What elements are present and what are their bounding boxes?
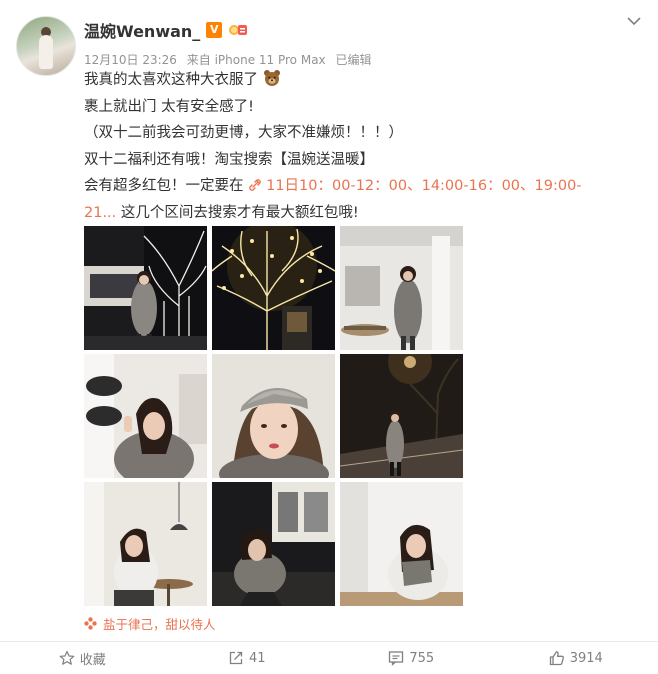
flower-icon: [84, 617, 97, 630]
weibo-post-card: 温婉Wenwan_ V 12月10日 23:26 来自 iPhone 11 Pr…: [0, 0, 658, 674]
full-text-link[interactable]: 11日10：00-12：00、14:00-16：00、19:00-: [266, 178, 581, 194]
post-line-1: 我真的太喜欢这种大衣服了: [84, 67, 624, 94]
photo-4[interactable]: [84, 354, 207, 478]
topic-label[interactable]: 盐于律己，甜以待人: [103, 614, 216, 633]
post-line-4: 双十二福利还有哦！淘宝搜索【温婉送温暖】: [84, 151, 374, 168]
bear-emoji-icon: [263, 70, 280, 86]
photo-1[interactable]: [84, 226, 207, 350]
post-line-5: 会有超多红包！一定要在 11日10：00-12：00、14:00-16：00、1…: [84, 173, 624, 200]
post-meta: 12月10日 23:26 来自 iPhone 11 Pro Max 已编辑: [84, 51, 378, 68]
post-time[interactable]: 12月10日 23:26: [84, 53, 177, 67]
post-line-1-text: 我真的太喜欢这种大衣服了: [84, 72, 258, 88]
photo-9[interactable]: [340, 482, 463, 606]
thumbs-up-icon: [549, 651, 564, 666]
member-medal-icon[interactable]: [228, 21, 248, 39]
favorite-label: 收藏: [79, 652, 106, 668]
action-bar: 收藏 41 755 3914: [0, 642, 658, 674]
username[interactable]: 温婉Wenwan_: [84, 18, 200, 42]
name-row: 温婉Wenwan_ V: [84, 18, 248, 42]
comment-button[interactable]: 755: [329, 642, 494, 674]
post-line-6: 21... 这几个区间去搜索才有最大额红包哦!: [84, 200, 624, 227]
like-count: 3914: [569, 650, 603, 666]
repost-count: 41: [248, 650, 266, 666]
favorite-button[interactable]: 收藏: [0, 642, 165, 674]
post-text: 我真的太喜欢这种大衣服了 裹上就出门 太有安全感了! （双十二前我会可劲更博，大…: [84, 67, 624, 226]
chevron-down-icon[interactable]: [626, 14, 642, 28]
like-button[interactable]: 3914: [494, 642, 658, 674]
avatar[interactable]: [16, 16, 76, 76]
post-line-6-text: 这几个区间去搜索才有最大额红包哦!: [116, 204, 359, 221]
post-line-2: 裹上就出门 太有安全感了!: [84, 98, 254, 115]
full-text-link-continued[interactable]: 21...: [84, 205, 116, 221]
star-icon: [59, 650, 75, 665]
comment-count: 755: [409, 650, 435, 666]
post-source: 来自 iPhone 11 Pro Max: [186, 53, 326, 67]
photo-7[interactable]: [84, 482, 207, 606]
edited-label[interactable]: 已编辑: [335, 53, 371, 67]
topic-tag[interactable]: 盐于律己，甜以待人: [84, 614, 216, 633]
comment-icon: [389, 651, 404, 666]
share-icon: [229, 651, 243, 665]
photo-3[interactable]: [340, 226, 463, 350]
photo-6[interactable]: [340, 354, 463, 478]
post-line-5-text: 会有超多红包！一定要在: [84, 178, 249, 194]
link-icon: [249, 179, 261, 191]
photo-8[interactable]: [212, 482, 335, 606]
verified-badge-icon[interactable]: V: [206, 22, 223, 38]
photo-5[interactable]: [212, 354, 335, 478]
post-line-3: （双十二前我会可劲更博，大家不准嫌烦！！！）: [84, 125, 403, 141]
repost-button[interactable]: 41: [165, 642, 330, 674]
photo-2[interactable]: [212, 226, 335, 350]
